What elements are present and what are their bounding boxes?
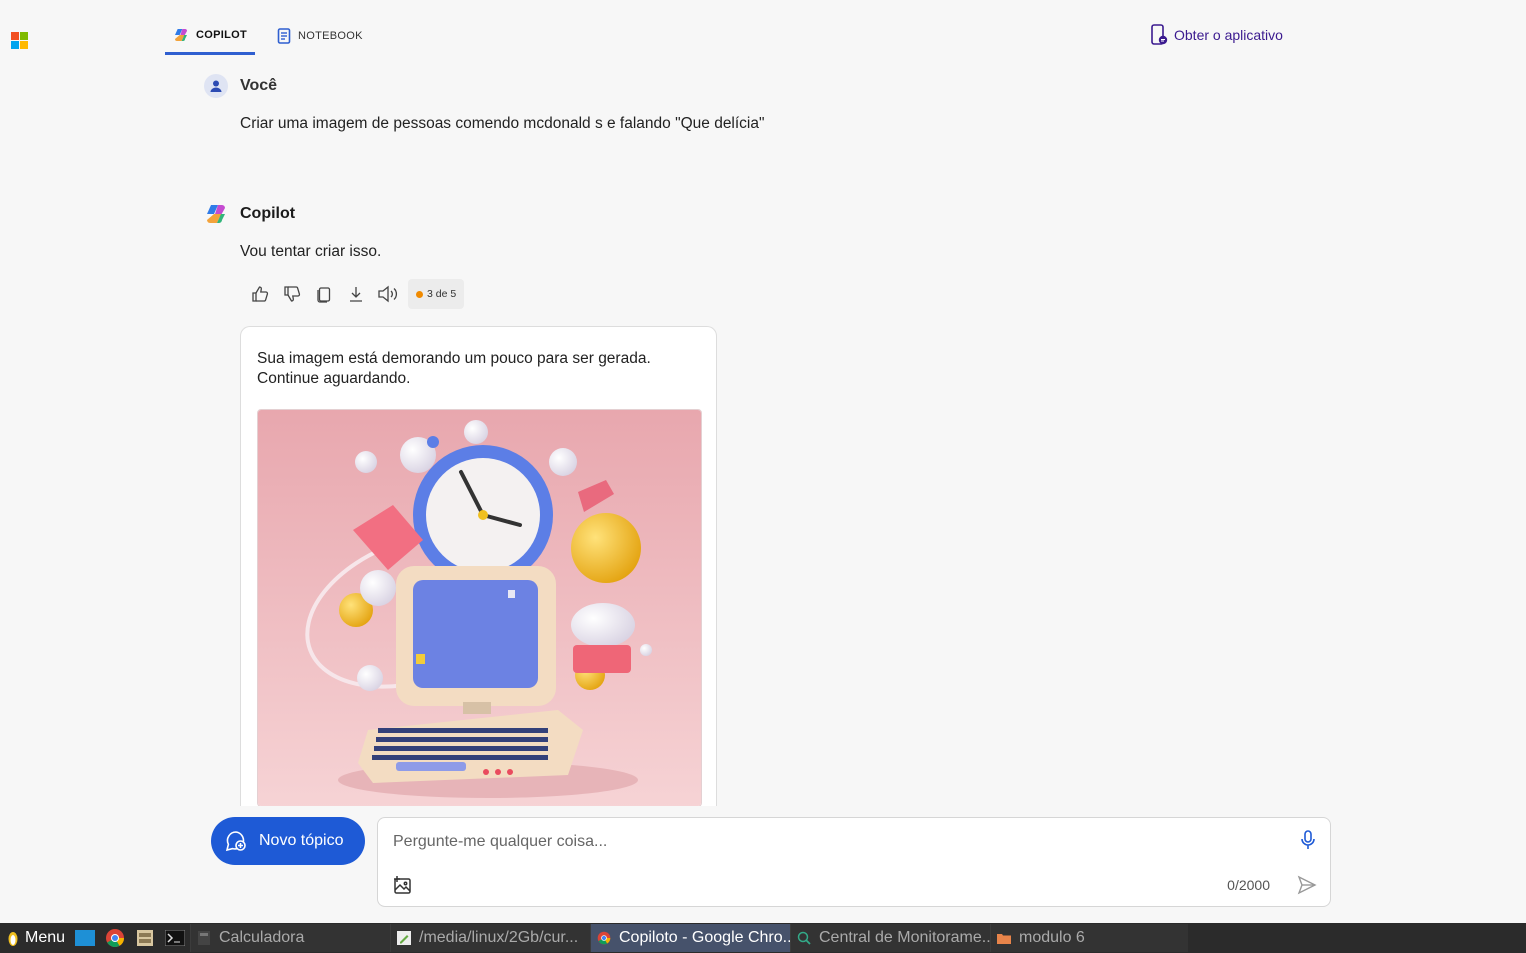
file-cabinet-icon: [137, 930, 153, 946]
copilot-message-text: Vou tentar criar isso.: [240, 243, 382, 260]
calculator-icon: [198, 931, 210, 945]
taskbar-item-calculadora[interactable]: Calculadora: [190, 924, 390, 952]
image-status-text: Sua imagem está demorando um pouco para …: [257, 350, 651, 387]
taskbar-item-label: /media/linux/2Gb/cur...: [419, 929, 579, 946]
top-nav: COPILOT NOTEBOOK: [165, 18, 371, 55]
send-icon: [1297, 875, 1317, 895]
phone-app-icon: [1151, 24, 1168, 45]
thumbs-up-icon: [252, 286, 269, 302]
image-add-icon: [394, 876, 411, 894]
show-desktop-launcher[interactable]: [70, 923, 100, 953]
char-counter: 0/2000: [1227, 877, 1270, 893]
retro-computer-clock-illustration: [258, 410, 701, 806]
copy-icon: [317, 287, 331, 303]
copilot-name: Copilot: [240, 205, 296, 222]
desktop-icon: [75, 930, 95, 946]
taskbar-item-label: Central de Monitorame...: [819, 929, 990, 946]
user-name: Você: [240, 77, 278, 94]
file-manager-launcher[interactable]: [130, 923, 160, 953]
download-button[interactable]: [340, 279, 372, 309]
start-menu-label: Menu: [25, 929, 66, 946]
get-app-link[interactable]: Obter o aplicativo: [1150, 24, 1283, 46]
folder-icon: [997, 934, 1011, 944]
user-message-text: Criar uma imagem de pessoas comendo mcdo…: [240, 115, 765, 132]
new-topic-label: Novo tópico: [259, 832, 344, 849]
copilot-message-header: Copilot: [204, 202, 295, 226]
taskbar-item-label: modulo 6: [1019, 929, 1085, 946]
read-aloud-button[interactable]: [372, 279, 404, 309]
generated-image-placeholder[interactable]: [257, 409, 702, 806]
new-chat-icon: [225, 831, 246, 852]
chrome-icon: [597, 931, 611, 945]
tab-notebook-label: NOTEBOOK: [298, 30, 363, 42]
taskbar-item-label: Copiloto - Google Chro...: [619, 929, 790, 946]
copilot-logo-icon: [175, 29, 187, 41]
chrome-launcher[interactable]: [100, 923, 130, 953]
microphone-icon: [1301, 830, 1315, 849]
dislike-button[interactable]: [276, 279, 308, 309]
status-dot: [416, 290, 423, 298]
new-topic-button[interactable]: Novo tópico: [211, 817, 365, 865]
add-image-button[interactable]: [393, 875, 413, 900]
linux-penguin-icon: [8, 932, 18, 946]
chrome-icon: [106, 929, 124, 948]
user-message-header: Você: [204, 74, 277, 98]
get-app-label: Obter o aplicativo: [1174, 27, 1283, 43]
response-counter: 3 de 5: [427, 288, 457, 300]
tab-copilot[interactable]: COPILOT: [165, 18, 255, 55]
chat-input[interactable]: [393, 830, 1273, 854]
send-button[interactable]: [1297, 875, 1317, 900]
microphone-button[interactable]: [1300, 830, 1316, 855]
terminal-icon: [165, 930, 185, 946]
speaker-icon: [378, 285, 398, 303]
image-generation-card: Sua imagem está demorando um pouco para …: [240, 326, 717, 806]
copy-button[interactable]: [308, 279, 340, 309]
chat-composer: 0/2000: [377, 817, 1331, 907]
system-monitor-icon: [797, 931, 811, 945]
like-button[interactable]: [244, 279, 276, 309]
taskbar-item-label: Calculadora: [219, 929, 305, 946]
copilot-logo-icon: [207, 205, 225, 223]
response-toolbar: 3 de 5: [244, 279, 465, 309]
user-avatar-icon: [204, 74, 228, 98]
text-editor-icon: [397, 931, 411, 945]
terminal-launcher[interactable]: [160, 923, 190, 953]
tab-copilot-label: COPILOT: [196, 29, 247, 41]
microsoft-logo[interactable]: [11, 32, 28, 49]
notebook-icon: [277, 28, 291, 44]
download-icon: [350, 287, 362, 302]
taskbar-item-folder[interactable]: modulo 6: [990, 924, 1188, 952]
response-counter-badge: 3 de 5: [408, 279, 465, 309]
taskbar-item-monitor[interactable]: Central de Monitorame...: [790, 924, 990, 952]
taskbar-item-text-editor[interactable]: /media/linux/2Gb/cur...: [390, 924, 590, 952]
thumbs-down-icon: [284, 286, 301, 302]
start-menu-button[interactable]: Menu: [0, 929, 70, 947]
os-taskbar: Menu Calculadora /media/linux/2Gb/cur...…: [0, 923, 1526, 953]
taskbar-item-chrome[interactable]: Copiloto - Google Chro...: [590, 924, 790, 952]
tab-notebook[interactable]: NOTEBOOK: [269, 18, 371, 54]
